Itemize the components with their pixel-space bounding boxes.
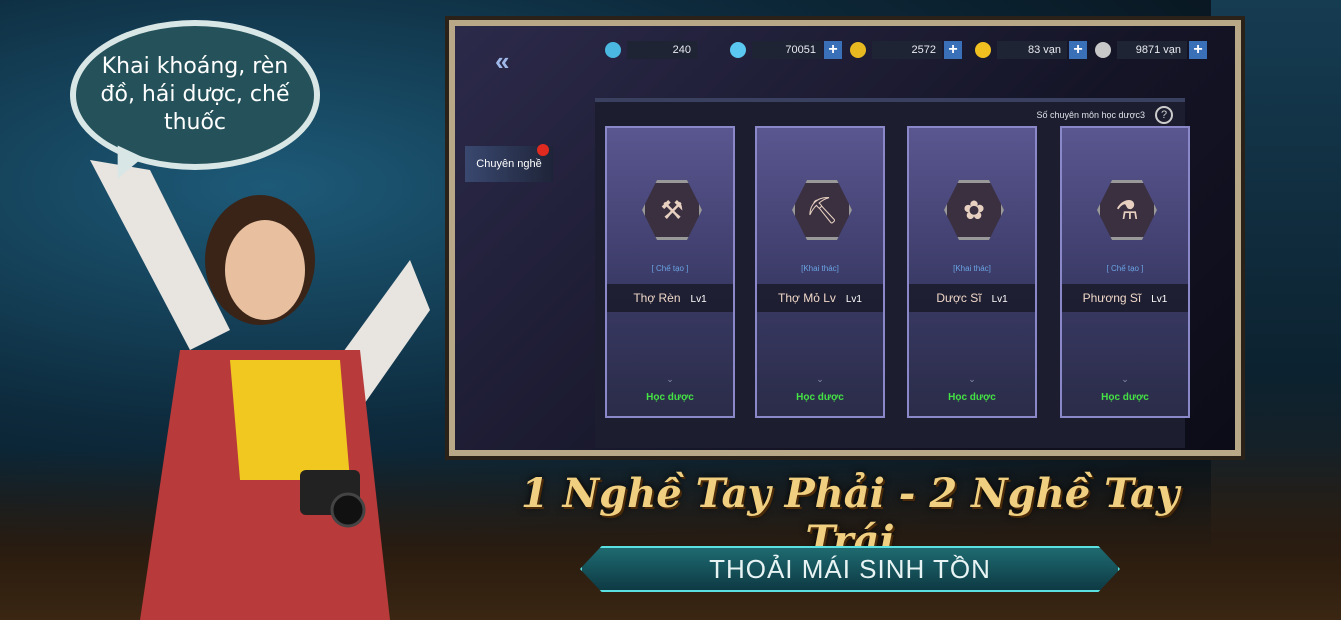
add-button[interactable]: + — [1069, 41, 1087, 59]
profession-card[interactable]: ⚒ [ Chế tạo ] Thợ Rèn Lv1 ⌄ Học dược — [605, 126, 735, 418]
character-illustration — [90, 160, 430, 620]
resource-value: 240 — [627, 41, 697, 59]
learn-button[interactable]: Học dược — [1062, 392, 1188, 403]
pickaxe-icon: ⛏ — [792, 180, 852, 240]
gold-coin-icon — [975, 42, 991, 58]
resource-value: 2572 — [872, 41, 942, 59]
learn-button[interactable]: Học dược — [757, 392, 883, 403]
profession-level: Lv1 — [690, 294, 707, 305]
profession-name: Dược Sĩ — [936, 291, 982, 305]
profession-name: Thợ Rèn — [633, 291, 681, 305]
resource-diamond: 70051 + — [730, 40, 842, 60]
herb-icon: ✿ — [944, 180, 1004, 240]
add-button[interactable]: + — [944, 41, 962, 59]
notification-dot — [537, 144, 549, 156]
hammer-icon: ⚒ — [642, 180, 702, 240]
chevron-down-icon: ⌄ — [968, 374, 976, 384]
profession-name: Thợ Mỏ Lv — [777, 291, 836, 305]
game-screenshot-frame: « 240 70051 +2572 +83 vạn +9871 vạn + Chuyên … — [445, 16, 1245, 460]
resource-value: 70051 — [752, 41, 822, 59]
profession-type: [ Chế tạo ] — [1106, 264, 1144, 273]
chevron-down-icon: ⌄ — [666, 374, 674, 384]
add-button[interactable]: + — [1189, 41, 1207, 59]
game-screen: « 240 70051 +2572 +83 vạn +9871 vạn + Chuyên … — [455, 26, 1235, 450]
speech-bubble-text: Khai khoáng, rèn đồ, hái dược, chế thuốc — [100, 54, 290, 135]
profession-card[interactable]: ⛏ [Khai thác] Thợ Mỏ Lv Lv1 ⌄ Học dược — [755, 126, 885, 418]
profession-name: Phương Sĩ — [1082, 291, 1142, 305]
profession-level: Lv1 — [845, 294, 862, 305]
resource-value: 9871 vạn — [1117, 41, 1187, 59]
profession-count-label: Số chuyên môn học dược3 — [1036, 110, 1146, 120]
speech-bubble: Khai khoáng, rèn đồ, hái dược, chế thuốc — [70, 20, 320, 170]
profession-name-row: Thợ Mỏ Lv Lv1 — [757, 284, 883, 312]
resource-water-drop: 240 — [605, 40, 697, 60]
profession-type: [ Chế tạo ] — [651, 264, 689, 273]
resource-value: 83 vạn — [997, 41, 1067, 59]
profession-name-row: Phương Sĩ Lv1 — [1062, 284, 1188, 312]
profession-card[interactable]: ✿ [Khai thác] Dược Sĩ Lv1 ⌄ Học dược — [907, 126, 1037, 418]
add-button[interactable]: + — [824, 41, 842, 59]
diamond-icon — [730, 42, 746, 58]
chevron-down-icon: ⌄ — [1121, 374, 1129, 384]
learn-button[interactable]: Học dược — [909, 392, 1035, 403]
resource-locked-gold: 2572 + — [850, 40, 962, 60]
silver-coin-icon — [1095, 42, 1111, 58]
profession-name-row: Dược Sĩ Lv1 — [909, 284, 1035, 312]
water-drop-icon — [605, 42, 621, 58]
tagline-banner: THOẢI MÁI SINH TỒN — [580, 546, 1120, 592]
help-button[interactable]: ? — [1155, 106, 1173, 124]
locked-gold-icon — [850, 42, 866, 58]
profession-name-row: Thợ Rèn Lv1 — [607, 284, 733, 312]
potion-icon: ⚗ — [1097, 180, 1157, 240]
profession-type: [Khai thác] — [953, 264, 991, 273]
resource-silver-coin: 9871 vạn + — [1095, 40, 1207, 60]
resource-gold-coin: 83 vạn + — [975, 40, 1087, 60]
back-button[interactable]: « — [495, 46, 509, 77]
profession-level: Lv1 — [991, 294, 1008, 305]
learn-button[interactable]: Học dược — [607, 392, 733, 403]
profession-level: Lv1 — [1151, 294, 1168, 305]
profession-type: [Khai thác] — [801, 264, 839, 273]
chevron-down-icon: ⌄ — [816, 374, 824, 384]
profession-card[interactable]: ⚗ [ Chế tạo ] Phương Sĩ Lv1 ⌄ Học dược — [1060, 126, 1190, 418]
